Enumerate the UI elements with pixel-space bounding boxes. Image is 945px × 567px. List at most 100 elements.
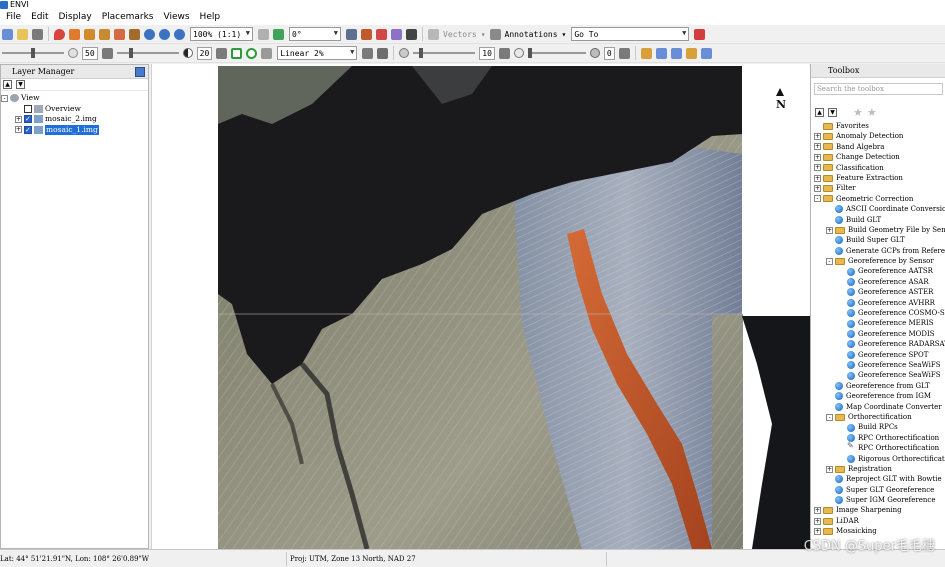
toolbox-tool[interactable]: Georeference AATSR bbox=[811, 266, 945, 276]
expand-icon[interactable]: - bbox=[814, 195, 821, 203]
stretch-type-combo[interactable]: Linear 2% ▼ bbox=[277, 46, 358, 60]
transparency-value[interactable]: 0 bbox=[603, 46, 615, 60]
slider-thumb[interactable] bbox=[527, 48, 532, 58]
placemark-icon[interactable] bbox=[54, 28, 65, 40]
remove-favorite-icon[interactable]: ★ bbox=[867, 106, 877, 119]
histogram-icon[interactable] bbox=[377, 47, 389, 59]
layout-split-icon[interactable] bbox=[670, 47, 682, 59]
contrast-value[interactable]: 20 bbox=[196, 46, 213, 60]
image-view[interactable]: N bbox=[151, 64, 810, 550]
transparency-slider[interactable] bbox=[527, 47, 586, 59]
toolbox-tool[interactable]: Georeference SPOT bbox=[811, 350, 945, 360]
zoom-fixed-icon[interactable] bbox=[174, 28, 185, 40]
expand-icon[interactable]: + bbox=[814, 185, 821, 193]
layer-visibility-checkbox[interactable] bbox=[24, 114, 32, 125]
rotate-left-icon[interactable] bbox=[258, 28, 269, 40]
crosshair-icon[interactable] bbox=[346, 28, 357, 40]
brightness-value[interactable]: 50 bbox=[82, 46, 98, 60]
expand-icon[interactable]: + bbox=[814, 174, 821, 182]
expand-icon[interactable]: + bbox=[814, 517, 821, 525]
toolbox-tool[interactable]: Georeference SeaWiFS bbox=[811, 360, 945, 370]
layer-item[interactable]: + mosaic_2.img bbox=[1, 114, 148, 125]
toolbox-tool[interactable]: Georeference from IGM bbox=[811, 391, 945, 401]
menu-help[interactable]: Help bbox=[195, 9, 226, 25]
zoom-out-icon[interactable] bbox=[159, 28, 170, 40]
data-manager-icon[interactable] bbox=[17, 28, 28, 40]
toolbox-tool[interactable]: Rigorous Orthorectification bbox=[811, 454, 945, 464]
expand-icon[interactable]: - bbox=[826, 257, 833, 265]
satellite-image-mosaic[interactable]: N bbox=[152, 64, 810, 550]
expand-icon[interactable]: + bbox=[814, 164, 821, 172]
goto-combo[interactable]: Go To ▼ bbox=[571, 27, 690, 41]
expand-icon[interactable]: + bbox=[814, 527, 821, 535]
toolbox-tool[interactable]: Build Super GLT bbox=[811, 235, 945, 245]
toolbox-folder[interactable]: + Classification bbox=[811, 163, 945, 173]
toolbox-folder[interactable]: Favorites bbox=[811, 121, 945, 131]
reset-brightness-icon[interactable] bbox=[101, 47, 113, 59]
slider-thumb[interactable] bbox=[128, 48, 133, 58]
reset-contrast-icon[interactable] bbox=[216, 47, 228, 59]
toolbox-tool[interactable]: RPC Orthorectification bbox=[811, 441, 945, 453]
expand-icon[interactable]: + bbox=[826, 226, 833, 234]
toolbox-tool[interactable]: Super GLT Georeference bbox=[811, 485, 945, 495]
expand-icon[interactable]: + bbox=[814, 143, 821, 151]
menu-views[interactable]: Views bbox=[159, 9, 195, 25]
feature-counting-icon[interactable] bbox=[406, 28, 417, 40]
annotations-button[interactable]: Annotations bbox=[505, 30, 558, 39]
toolbox-tool[interactable]: Georeference RADARSAT bbox=[811, 339, 945, 349]
layer-item[interactable]: + mosaic_1.img bbox=[1, 124, 148, 135]
toolbox-tool[interactable]: Georeference MERIS bbox=[811, 318, 945, 328]
rotate-icon[interactable] bbox=[114, 28, 125, 40]
toolbox-tool[interactable]: Generate GCPs from Reference Image bbox=[811, 246, 945, 256]
toolbox-folder[interactable]: - Georeference by Sensor bbox=[811, 256, 945, 266]
open-file-icon[interactable] bbox=[2, 28, 13, 40]
expand-icon[interactable]: + bbox=[814, 133, 821, 141]
fly-icon[interactable] bbox=[99, 28, 110, 40]
expand-icon[interactable]: + bbox=[814, 507, 821, 515]
stretch-roi-icon[interactable] bbox=[231, 47, 243, 59]
expand-icon[interactable]: + bbox=[826, 465, 833, 473]
toolbox-folder[interactable]: + Build Geometry File by Sensor bbox=[811, 225, 945, 235]
goto-action-icon[interactable] bbox=[694, 28, 706, 40]
collapse-all-icon[interactable]: ▲ bbox=[3, 80, 12, 89]
crosshairs-icon[interactable] bbox=[129, 28, 140, 40]
stretch-options-icon[interactable] bbox=[261, 47, 273, 59]
menu-display[interactable]: Display bbox=[54, 9, 97, 25]
layer-visibility-checkbox[interactable] bbox=[24, 125, 32, 135]
reset-transparency-icon[interactable] bbox=[618, 47, 630, 59]
select-icon[interactable] bbox=[69, 28, 80, 40]
toolbox-folder[interactable]: + Anomaly Detection bbox=[811, 131, 945, 141]
sharpen-slider[interactable] bbox=[413, 47, 476, 59]
toolbox-folder[interactable]: + LiDAR bbox=[811, 516, 945, 526]
rotation-combo[interactable]: 0° ▼ bbox=[289, 27, 341, 41]
pan-icon[interactable] bbox=[84, 28, 95, 40]
sharpen-value[interactable]: 10 bbox=[479, 46, 495, 60]
toolbox-folder[interactable]: + Registration bbox=[811, 464, 945, 474]
brightness-slider[interactable] bbox=[2, 47, 64, 59]
collapse-all-icon[interactable]: ▲ bbox=[815, 107, 824, 117]
spectral-profile-icon[interactable] bbox=[376, 28, 387, 40]
cursor-value-icon[interactable] bbox=[361, 28, 372, 40]
toolbox-tool[interactable]: Georeference ASTER bbox=[811, 287, 945, 297]
view-node[interactable]: - View bbox=[1, 93, 148, 104]
toolbox-folder[interactable]: + Change Detection bbox=[811, 152, 945, 162]
reset-stretch-icon[interactable] bbox=[362, 47, 374, 59]
expand-all-icon[interactable]: ▼ bbox=[828, 107, 837, 117]
toolbox-tool[interactable]: Reproject GLT with Bowtie bbox=[811, 474, 945, 484]
toolbox-tool[interactable]: Georeference ASAR bbox=[811, 277, 945, 287]
expand-icon[interactable]: + bbox=[15, 126, 22, 134]
toolbox-tool[interactable]: Map Coordinate Converter bbox=[811, 402, 945, 412]
expand-icon[interactable]: + bbox=[814, 153, 821, 161]
pin-panel-icon[interactable] bbox=[135, 67, 145, 77]
chip-view-icon[interactable] bbox=[391, 28, 402, 40]
expand-all-icon[interactable]: ▼ bbox=[16, 80, 25, 89]
stretch-view-icon[interactable] bbox=[246, 47, 258, 59]
print-icon[interactable] bbox=[32, 28, 43, 40]
expand-icon[interactable]: + bbox=[15, 115, 22, 123]
collapse-icon[interactable]: - bbox=[1, 94, 8, 102]
toolbox-folder[interactable]: - Geometric Correction bbox=[811, 194, 945, 204]
toolbox-tool[interactable]: ASCII Coordinate Conversion bbox=[811, 204, 945, 214]
vectors-button[interactable]: Vectors bbox=[443, 30, 477, 39]
toolbox-folder[interactable]: + Band Algebra bbox=[811, 142, 945, 152]
expand-icon[interactable]: - bbox=[826, 413, 833, 421]
